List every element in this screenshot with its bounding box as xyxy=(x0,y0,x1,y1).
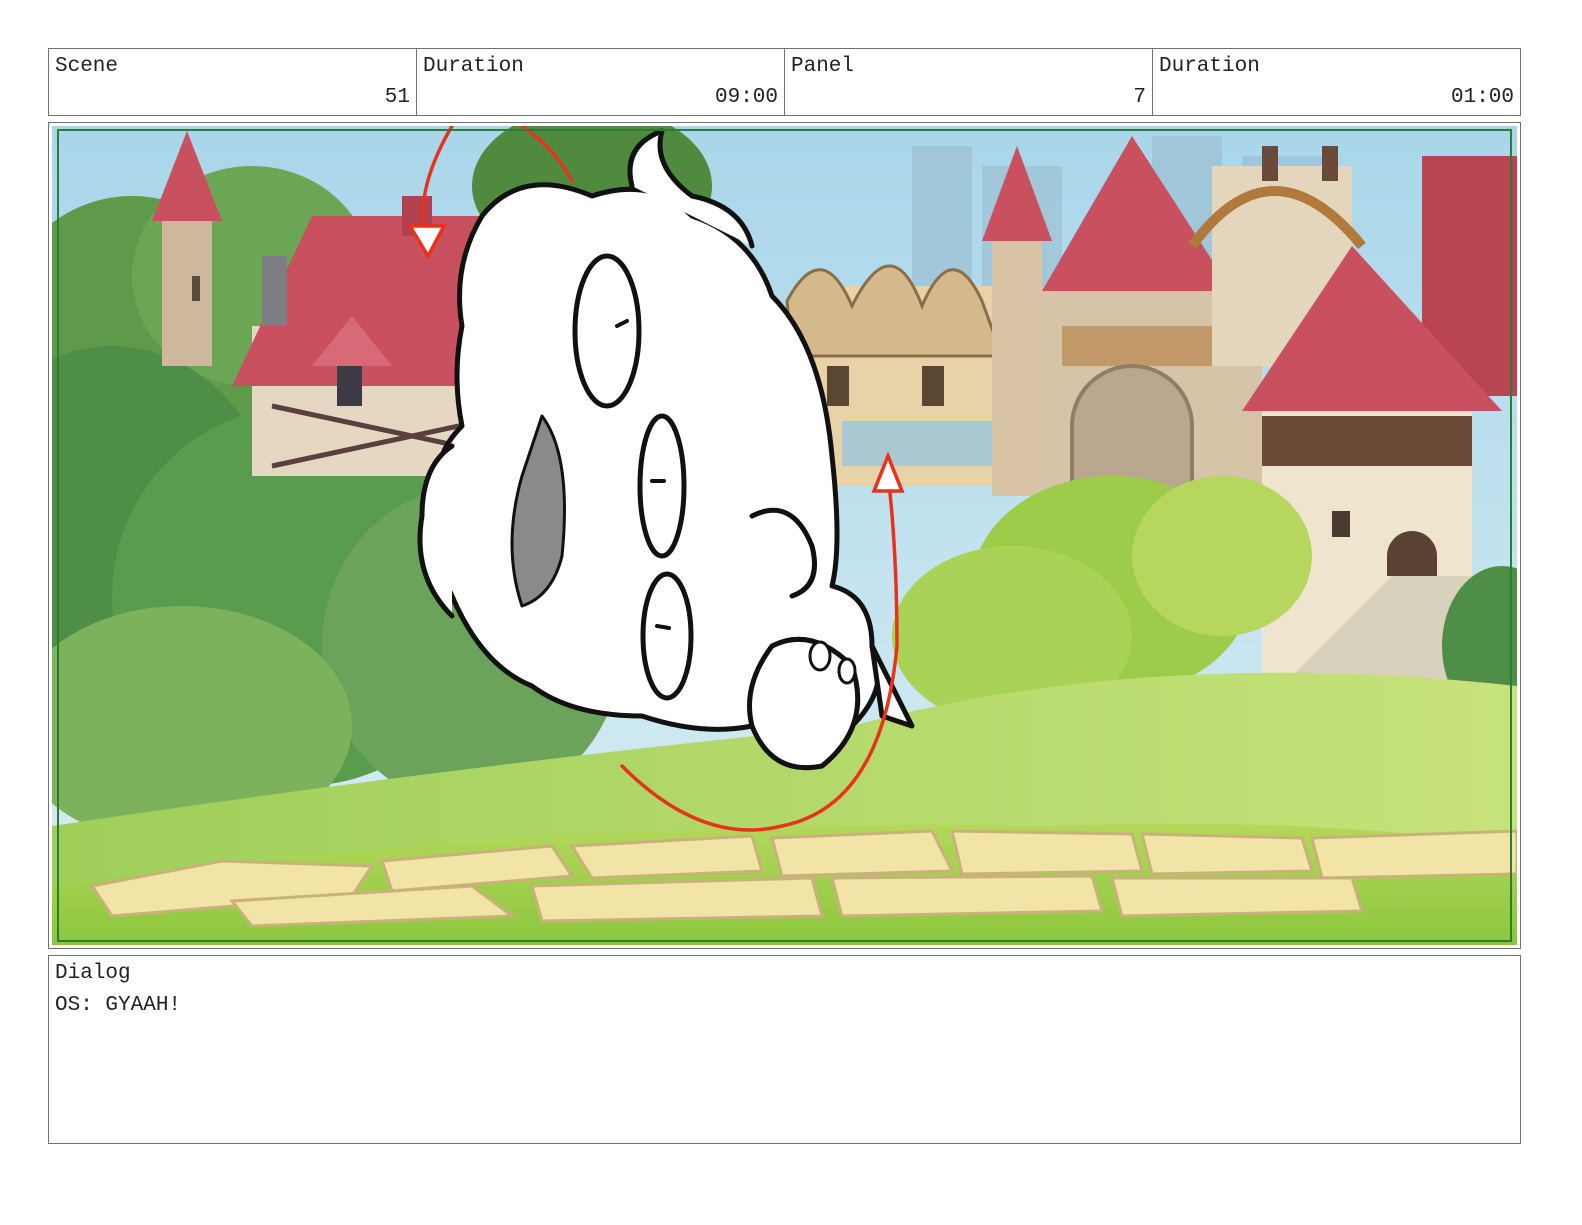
scene-duration-value: 09:00 xyxy=(714,86,778,109)
scene-duration-label: Duration xyxy=(423,55,524,78)
panel-drawing xyxy=(52,126,1517,945)
panel-info-header: Scene 51 Duration 09:00 Panel 7 Duration… xyxy=(48,48,1521,116)
scene-duration-cell: Duration 09:00 xyxy=(417,49,785,115)
dialog-box: Dialog OS: GYAAH! xyxy=(48,955,1521,1144)
scene-cell: Scene 51 xyxy=(49,49,417,115)
scene-label: Scene xyxy=(55,55,119,78)
dialog-text: OS: GYAAH! xyxy=(55,994,182,1017)
panel-duration-label: Duration xyxy=(1159,55,1260,78)
scene-number: 51 xyxy=(384,86,410,109)
panel-duration-value: 01:00 xyxy=(1450,86,1514,109)
panel-label: Panel xyxy=(791,55,855,78)
dialog-label: Dialog xyxy=(55,962,131,985)
panel-cell: Panel 7 xyxy=(785,49,1153,115)
storyboard-panel xyxy=(48,122,1521,949)
panel-duration-cell: Duration 01:00 xyxy=(1153,49,1520,115)
panel-number: 7 xyxy=(1133,86,1146,109)
